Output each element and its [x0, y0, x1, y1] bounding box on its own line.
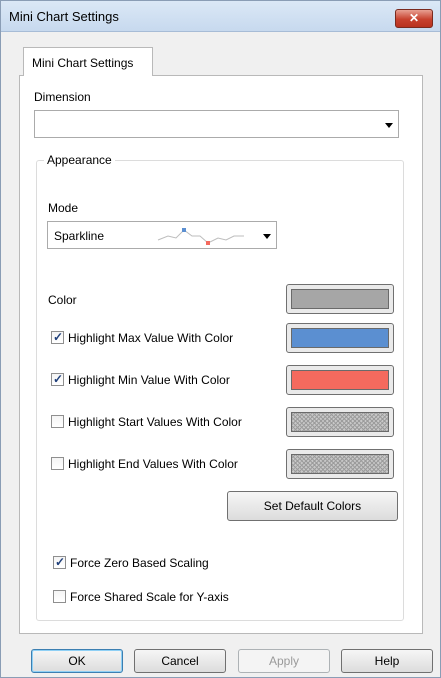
color-swatch-button[interactable]: [286, 284, 394, 314]
highlight-start-checkbox[interactable]: [51, 415, 64, 428]
window-title: Mini Chart Settings: [9, 9, 119, 24]
sparkline-icon: [157, 228, 244, 245]
highlight-min-swatch-button[interactable]: [286, 365, 394, 395]
highlight-end-swatch-button[interactable]: [286, 449, 394, 479]
appearance-legend: Appearance: [44, 153, 115, 167]
highlight-end-label: Highlight End Values With Color: [68, 457, 238, 471]
tab-label: Mini Chart Settings: [32, 56, 134, 70]
dimension-dropdown[interactable]: [34, 110, 399, 138]
help-button[interactable]: Help: [341, 649, 433, 673]
highlight-start-swatch-button[interactable]: [286, 407, 394, 437]
highlight-start-label: Highlight Start Values With Color: [68, 415, 242, 429]
highlight-max-swatch: [291, 328, 389, 348]
dimension-label: Dimension: [34, 90, 91, 104]
check-icon: ✓: [53, 372, 64, 386]
highlight-max-checkbox[interactable]: ✓: [51, 330, 64, 344]
highlight-start-swatch: [291, 412, 389, 432]
highlight-end-swatch: [291, 454, 389, 474]
force-shared-scale-label: Force Shared Scale for Y-axis: [70, 590, 229, 604]
close-button[interactable]: ✕: [395, 9, 433, 28]
highlight-max-label: Highlight Max Value With Color: [68, 331, 234, 345]
mode-dropdown[interactable]: Sparkline: [47, 221, 277, 249]
set-default-colors-button[interactable]: Set Default Colors: [227, 491, 398, 521]
highlight-end-checkbox[interactable]: [51, 457, 64, 470]
highlight-min-swatch: [291, 370, 389, 390]
mode-value: Sparkline: [54, 229, 105, 243]
tab-mini-chart-settings[interactable]: Mini Chart Settings: [23, 47, 153, 76]
dialog-window: Mini Chart Settings ✕ Mini Chart Setting…: [0, 0, 441, 678]
mode-label: Mode: [48, 201, 79, 215]
check-icon: ✓: [55, 555, 66, 569]
highlight-min-label: Highlight Min Value With Color: [68, 373, 230, 387]
force-zero-scaling-checkbox[interactable]: ✓: [53, 555, 66, 569]
force-zero-scaling-label: Force Zero Based Scaling: [70, 556, 209, 570]
highlight-min-checkbox[interactable]: ✓: [51, 372, 64, 386]
apply-button[interactable]: Apply: [238, 649, 330, 673]
title-bar[interactable]: Mini Chart Settings ✕: [1, 1, 440, 32]
color-swatch: [291, 289, 389, 309]
cancel-button[interactable]: Cancel: [134, 649, 226, 673]
force-shared-scale-checkbox[interactable]: [53, 590, 66, 603]
color-label: Color: [48, 293, 77, 307]
ok-button[interactable]: OK: [31, 649, 123, 673]
check-icon: ✓: [53, 330, 64, 344]
close-icon: ✕: [408, 11, 420, 25]
highlight-max-swatch-button[interactable]: [286, 323, 394, 353]
chevron-down-icon: [263, 234, 271, 239]
chevron-down-icon: [385, 123, 393, 128]
